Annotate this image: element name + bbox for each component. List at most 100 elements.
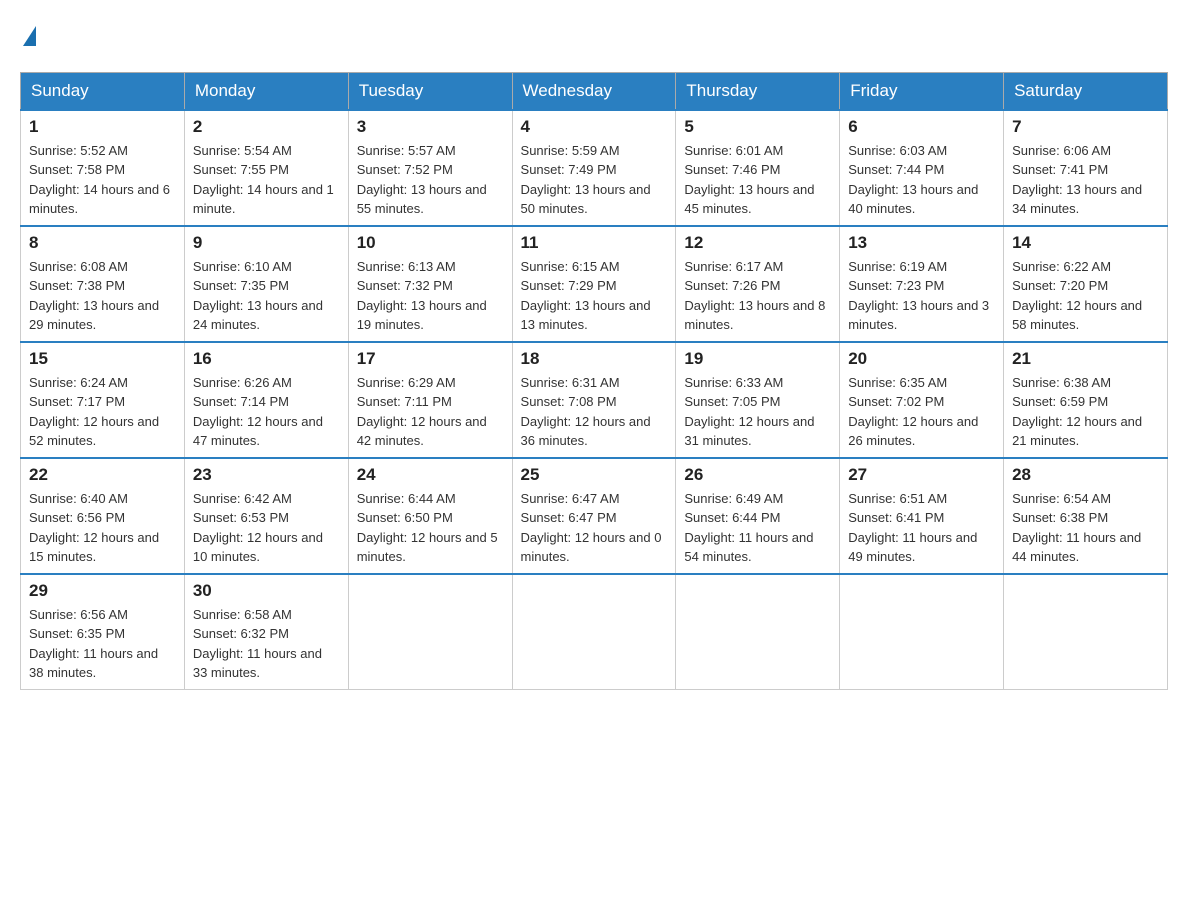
calendar-cell	[1004, 574, 1168, 690]
logo	[20, 20, 36, 52]
day-number: 27	[848, 465, 995, 485]
calendar-cell: 10 Sunrise: 6:13 AMSunset: 7:32 PMDaylig…	[348, 226, 512, 342]
day-info: Sunrise: 6:40 AMSunset: 6:56 PMDaylight:…	[29, 491, 159, 565]
day-info: Sunrise: 6:38 AMSunset: 6:59 PMDaylight:…	[1012, 375, 1142, 449]
calendar-cell: 24 Sunrise: 6:44 AMSunset: 6:50 PMDaylig…	[348, 458, 512, 574]
day-info: Sunrise: 6:35 AMSunset: 7:02 PMDaylight:…	[848, 375, 978, 449]
col-header-friday: Friday	[840, 72, 1004, 110]
calendar-cell: 18 Sunrise: 6:31 AMSunset: 7:08 PMDaylig…	[512, 342, 676, 458]
day-number: 18	[521, 349, 668, 369]
calendar-cell: 11 Sunrise: 6:15 AMSunset: 7:29 PMDaylig…	[512, 226, 676, 342]
day-number: 29	[29, 581, 176, 601]
col-header-saturday: Saturday	[1004, 72, 1168, 110]
day-number: 6	[848, 117, 995, 137]
day-number: 8	[29, 233, 176, 253]
day-number: 24	[357, 465, 504, 485]
day-info: Sunrise: 6:19 AMSunset: 7:23 PMDaylight:…	[848, 259, 989, 333]
day-number: 17	[357, 349, 504, 369]
day-info: Sunrise: 6:10 AMSunset: 7:35 PMDaylight:…	[193, 259, 323, 333]
day-number: 20	[848, 349, 995, 369]
calendar-cell	[512, 574, 676, 690]
calendar-table: SundayMondayTuesdayWednesdayThursdayFrid…	[20, 72, 1168, 690]
calendar-cell: 6 Sunrise: 6:03 AMSunset: 7:44 PMDayligh…	[840, 110, 1004, 226]
day-info: Sunrise: 6:42 AMSunset: 6:53 PMDaylight:…	[193, 491, 323, 565]
day-info: Sunrise: 6:51 AMSunset: 6:41 PMDaylight:…	[848, 491, 977, 565]
day-info: Sunrise: 6:29 AMSunset: 7:11 PMDaylight:…	[357, 375, 487, 449]
week-row-1: 1 Sunrise: 5:52 AMSunset: 7:58 PMDayligh…	[21, 110, 1168, 226]
day-info: Sunrise: 6:44 AMSunset: 6:50 PMDaylight:…	[357, 491, 498, 565]
col-header-tuesday: Tuesday	[348, 72, 512, 110]
day-info: Sunrise: 6:17 AMSunset: 7:26 PMDaylight:…	[684, 259, 825, 333]
day-info: Sunrise: 6:58 AMSunset: 6:32 PMDaylight:…	[193, 607, 322, 681]
calendar-cell: 15 Sunrise: 6:24 AMSunset: 7:17 PMDaylig…	[21, 342, 185, 458]
day-info: Sunrise: 6:24 AMSunset: 7:17 PMDaylight:…	[29, 375, 159, 449]
day-info: Sunrise: 6:49 AMSunset: 6:44 PMDaylight:…	[684, 491, 813, 565]
day-number: 1	[29, 117, 176, 137]
day-info: Sunrise: 6:54 AMSunset: 6:38 PMDaylight:…	[1012, 491, 1141, 565]
day-number: 28	[1012, 465, 1159, 485]
page-header	[20, 20, 1168, 52]
day-number: 3	[357, 117, 504, 137]
day-info: Sunrise: 6:03 AMSunset: 7:44 PMDaylight:…	[848, 143, 978, 217]
calendar-cell: 3 Sunrise: 5:57 AMSunset: 7:52 PMDayligh…	[348, 110, 512, 226]
day-number: 4	[521, 117, 668, 137]
calendar-header-row: SundayMondayTuesdayWednesdayThursdayFrid…	[21, 72, 1168, 110]
day-info: Sunrise: 6:13 AMSunset: 7:32 PMDaylight:…	[357, 259, 487, 333]
col-header-wednesday: Wednesday	[512, 72, 676, 110]
calendar-cell: 30 Sunrise: 6:58 AMSunset: 6:32 PMDaylig…	[184, 574, 348, 690]
day-info: Sunrise: 6:15 AMSunset: 7:29 PMDaylight:…	[521, 259, 651, 333]
col-header-sunday: Sunday	[21, 72, 185, 110]
calendar-cell: 23 Sunrise: 6:42 AMSunset: 6:53 PMDaylig…	[184, 458, 348, 574]
day-number: 7	[1012, 117, 1159, 137]
day-info: Sunrise: 6:56 AMSunset: 6:35 PMDaylight:…	[29, 607, 158, 681]
day-info: Sunrise: 6:26 AMSunset: 7:14 PMDaylight:…	[193, 375, 323, 449]
week-row-2: 8 Sunrise: 6:08 AMSunset: 7:38 PMDayligh…	[21, 226, 1168, 342]
logo-triangle-icon	[23, 26, 36, 46]
day-number: 21	[1012, 349, 1159, 369]
day-number: 19	[684, 349, 831, 369]
calendar-cell: 13 Sunrise: 6:19 AMSunset: 7:23 PMDaylig…	[840, 226, 1004, 342]
week-row-4: 22 Sunrise: 6:40 AMSunset: 6:56 PMDaylig…	[21, 458, 1168, 574]
week-row-5: 29 Sunrise: 6:56 AMSunset: 6:35 PMDaylig…	[21, 574, 1168, 690]
calendar-cell: 27 Sunrise: 6:51 AMSunset: 6:41 PMDaylig…	[840, 458, 1004, 574]
day-info: Sunrise: 6:47 AMSunset: 6:47 PMDaylight:…	[521, 491, 662, 565]
calendar-cell: 26 Sunrise: 6:49 AMSunset: 6:44 PMDaylig…	[676, 458, 840, 574]
day-info: Sunrise: 6:06 AMSunset: 7:41 PMDaylight:…	[1012, 143, 1142, 217]
day-info: Sunrise: 6:08 AMSunset: 7:38 PMDaylight:…	[29, 259, 159, 333]
day-info: Sunrise: 5:59 AMSunset: 7:49 PMDaylight:…	[521, 143, 651, 217]
day-number: 22	[29, 465, 176, 485]
col-header-monday: Monday	[184, 72, 348, 110]
calendar-cell	[348, 574, 512, 690]
day-number: 9	[193, 233, 340, 253]
calendar-cell: 21 Sunrise: 6:38 AMSunset: 6:59 PMDaylig…	[1004, 342, 1168, 458]
day-number: 15	[29, 349, 176, 369]
day-number: 2	[193, 117, 340, 137]
col-header-thursday: Thursday	[676, 72, 840, 110]
day-info: Sunrise: 6:22 AMSunset: 7:20 PMDaylight:…	[1012, 259, 1142, 333]
calendar-cell: 16 Sunrise: 6:26 AMSunset: 7:14 PMDaylig…	[184, 342, 348, 458]
calendar-cell: 7 Sunrise: 6:06 AMSunset: 7:41 PMDayligh…	[1004, 110, 1168, 226]
calendar-cell: 2 Sunrise: 5:54 AMSunset: 7:55 PMDayligh…	[184, 110, 348, 226]
calendar-cell: 20 Sunrise: 6:35 AMSunset: 7:02 PMDaylig…	[840, 342, 1004, 458]
calendar-cell: 5 Sunrise: 6:01 AMSunset: 7:46 PMDayligh…	[676, 110, 840, 226]
week-row-3: 15 Sunrise: 6:24 AMSunset: 7:17 PMDaylig…	[21, 342, 1168, 458]
calendar-cell: 29 Sunrise: 6:56 AMSunset: 6:35 PMDaylig…	[21, 574, 185, 690]
calendar-cell: 14 Sunrise: 6:22 AMSunset: 7:20 PMDaylig…	[1004, 226, 1168, 342]
day-info: Sunrise: 5:54 AMSunset: 7:55 PMDaylight:…	[193, 143, 334, 217]
day-number: 5	[684, 117, 831, 137]
calendar-cell: 25 Sunrise: 6:47 AMSunset: 6:47 PMDaylig…	[512, 458, 676, 574]
day-number: 16	[193, 349, 340, 369]
calendar-cell: 4 Sunrise: 5:59 AMSunset: 7:49 PMDayligh…	[512, 110, 676, 226]
calendar-cell: 1 Sunrise: 5:52 AMSunset: 7:58 PMDayligh…	[21, 110, 185, 226]
day-number: 30	[193, 581, 340, 601]
calendar-cell: 19 Sunrise: 6:33 AMSunset: 7:05 PMDaylig…	[676, 342, 840, 458]
day-number: 26	[684, 465, 831, 485]
day-number: 13	[848, 233, 995, 253]
calendar-cell: 28 Sunrise: 6:54 AMSunset: 6:38 PMDaylig…	[1004, 458, 1168, 574]
day-info: Sunrise: 6:31 AMSunset: 7:08 PMDaylight:…	[521, 375, 651, 449]
calendar-cell: 17 Sunrise: 6:29 AMSunset: 7:11 PMDaylig…	[348, 342, 512, 458]
day-number: 12	[684, 233, 831, 253]
calendar-cell: 9 Sunrise: 6:10 AMSunset: 7:35 PMDayligh…	[184, 226, 348, 342]
calendar-cell: 8 Sunrise: 6:08 AMSunset: 7:38 PMDayligh…	[21, 226, 185, 342]
day-number: 23	[193, 465, 340, 485]
